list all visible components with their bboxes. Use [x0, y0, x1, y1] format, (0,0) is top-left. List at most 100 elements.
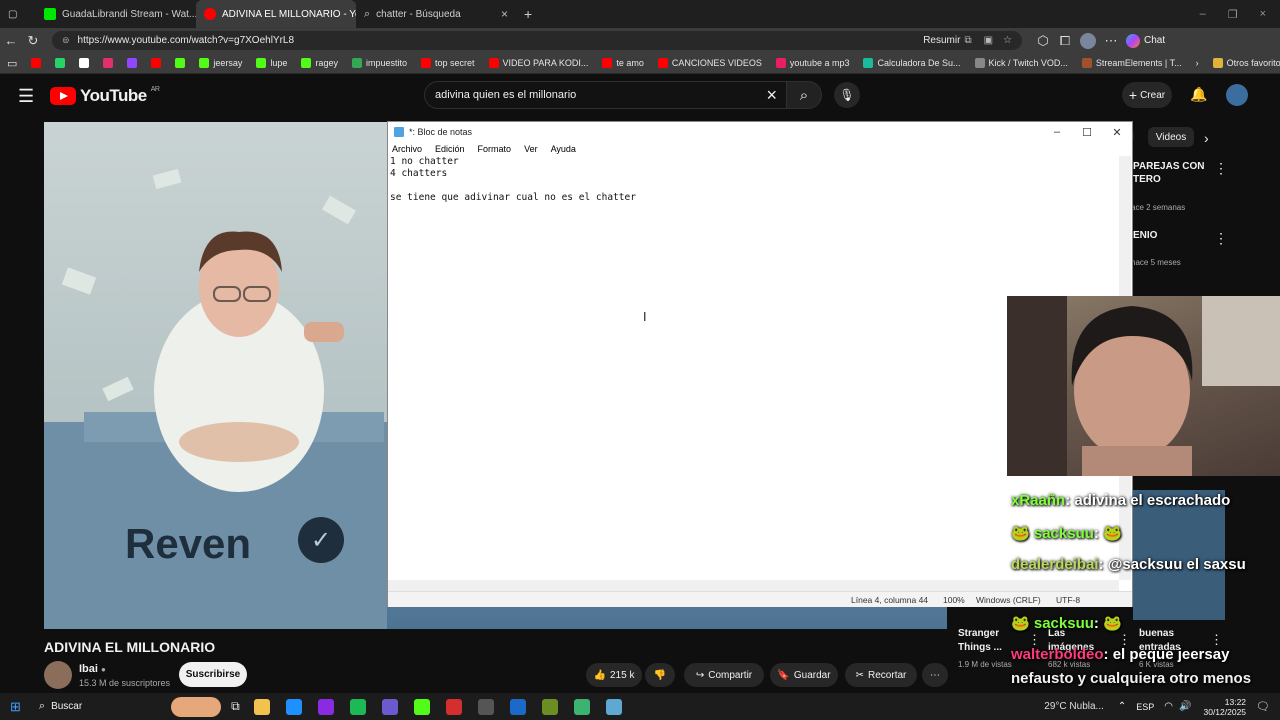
- sidebar-video-title[interactable]: ENIO: [1133, 230, 1157, 241]
- restore-icon[interactable]: ❐: [1228, 8, 1238, 21]
- bookmark-item[interactable]: [120, 58, 144, 68]
- close-icon[interactable]: ×: [501, 7, 508, 21]
- tab-search[interactable]: ⌕ chatter - Búsqueda ×: [356, 0, 516, 28]
- summary-icon[interactable]: ⧉: [964, 35, 971, 46]
- bookmark-item[interactable]: [144, 58, 168, 68]
- bookmarks-chevron-icon[interactable]: ›: [1189, 58, 1206, 68]
- clip-button[interactable]: ✂ Recortar: [845, 663, 917, 687]
- notifications-bell-icon[interactable]: 🔔: [1190, 86, 1207, 103]
- bookmark-item[interactable]: [168, 58, 192, 68]
- taskbar-app-icon[interactable]: [349, 698, 366, 715]
- minimize-icon[interactable]: –: [1200, 8, 1206, 21]
- extensions-icon[interactable]: ▣: [984, 35, 993, 46]
- voice-search-button[interactable]: 🎙: [834, 82, 860, 108]
- sidebar-video-title-line2[interactable]: Things ...: [958, 642, 1002, 653]
- taskbar-app-icon[interactable]: [477, 698, 494, 715]
- search-icon[interactable]: ⌕: [39, 700, 45, 713]
- create-button[interactable]: + Crear: [1122, 82, 1172, 108]
- profile-avatar[interactable]: [1080, 32, 1096, 49]
- close-window-icon[interactable]: ×: [1260, 8, 1266, 21]
- taskbar-app-icon[interactable]: [605, 698, 622, 715]
- share-button[interactable]: ↪ Compartir: [684, 663, 764, 687]
- youtube-logo[interactable]: YouTube AR: [50, 86, 160, 106]
- taskbar-app-icon[interactable]: [381, 698, 398, 715]
- weather-widget[interactable]: 29°C Nubla...: [1044, 701, 1104, 712]
- taskbar-app-icon[interactable]: [541, 698, 558, 715]
- bookmark-item[interactable]: jeersay: [192, 58, 249, 68]
- new-tab-button[interactable]: +: [516, 0, 540, 28]
- bookmark-item[interactable]: [24, 58, 48, 68]
- subscribe-button[interactable]: Suscribirse: [179, 662, 247, 687]
- wifi-icon[interactable]: ◠: [1164, 701, 1173, 712]
- collections-icon[interactable]: ⧠: [1054, 33, 1076, 49]
- task-view-icon[interactable]: ⧉: [231, 699, 240, 714]
- like-button[interactable]: 👍 215 k: [586, 663, 642, 687]
- copilot-chat-button[interactable]: Chat: [1126, 33, 1165, 48]
- tab-guadalibrandi[interactable]: GuadaLibrandi Stream - Wat... ×: [36, 0, 196, 28]
- sidebar-video-title-line2[interactable]: TERO: [1133, 174, 1161, 185]
- bookmark-item[interactable]: StreamElements | T...: [1075, 58, 1189, 68]
- bookmark-item[interactable]: top secret: [414, 58, 482, 68]
- save-button[interactable]: 🔖 Guardar: [770, 663, 838, 687]
- tab-youtube[interactable]: ADIVINA EL MILLONARIO - YouTu... ×: [196, 0, 356, 28]
- kebab-menu-icon[interactable]: ⋮: [1214, 230, 1228, 247]
- bookmark-item[interactable]: [48, 58, 72, 68]
- search-button[interactable]: ⌕: [786, 81, 822, 109]
- taskbar-app-icon[interactable]: [253, 698, 270, 715]
- dislike-button[interactable]: 👎: [645, 663, 675, 687]
- bookmark-item[interactable]: VIDEO PARA KODI...: [482, 58, 596, 68]
- taskbar-app-icon[interactable]: [509, 698, 526, 715]
- input-language[interactable]: ESP: [1136, 702, 1154, 712]
- star-icon[interactable]: ☆: [1003, 35, 1012, 46]
- menu-archivo[interactable]: Archivo: [392, 144, 422, 154]
- windows-start-icon[interactable]: ⊞: [10, 699, 21, 715]
- tray-chevron-icon[interactable]: ⌃: [1118, 701, 1126, 712]
- chevron-right-icon[interactable]: ›: [1204, 130, 1209, 146]
- menu-ver[interactable]: Ver: [524, 144, 538, 154]
- workspaces-icon[interactable]: ▢: [0, 0, 36, 28]
- hamburger-menu-icon[interactable]: ☰: [18, 86, 34, 107]
- menu-formato[interactable]: Formato: [478, 144, 512, 154]
- clock[interactable]: 13:22 30/12/2025: [1203, 697, 1246, 717]
- minimize-icon[interactable]: –: [1042, 122, 1072, 142]
- bookmark-item[interactable]: te amo: [595, 58, 651, 68]
- menu-ayuda[interactable]: Ayuda: [551, 144, 576, 154]
- more-icon[interactable]: ⋯: [1100, 33, 1122, 49]
- clear-search-icon[interactable]: ×: [766, 85, 777, 106]
- close-icon[interactable]: ✕: [1102, 122, 1132, 142]
- sidebar-video-title[interactable]: Stranger: [958, 628, 999, 639]
- more-actions-button[interactable]: ⋯: [922, 663, 948, 687]
- taskbar-app-icon[interactable]: [317, 698, 334, 715]
- maximize-icon[interactable]: ☐: [1072, 122, 1102, 142]
- taskbar-app-icon[interactable]: [573, 698, 590, 715]
- puzzle-icon[interactable]: ⬡: [1032, 33, 1054, 49]
- bookmark-item[interactable]: lupe: [249, 58, 294, 68]
- bookmark-folder-icon[interactable]: ▭: [0, 57, 24, 70]
- bookmark-item[interactable]: [72, 58, 96, 68]
- taskbar-app-icon[interactable]: [445, 698, 462, 715]
- sidebar-video-title[interactable]: PAREJAS CON: [1133, 161, 1205, 172]
- resumir-label[interactable]: Resumir: [923, 35, 960, 46]
- notifications-icon[interactable]: 🗨: [1256, 700, 1270, 713]
- bookmark-item[interactable]: [96, 58, 120, 68]
- account-avatar[interactable]: [1226, 84, 1248, 106]
- bookmark-item[interactable]: Calculadora De Su...: [856, 58, 967, 68]
- channel-avatar[interactable]: [44, 661, 72, 689]
- volume-icon[interactable]: 🔊: [1179, 701, 1191, 712]
- bookmark-item[interactable]: CANCIONES VIDEOS: [651, 58, 769, 68]
- kebab-menu-icon[interactable]: ⋮: [1214, 160, 1228, 177]
- bookmark-item[interactable]: youtube a mp3: [769, 58, 857, 68]
- taskbar-app-icon[interactable]: [285, 698, 302, 715]
- taskbar-app-icon[interactable]: [413, 698, 430, 715]
- bookmark-item[interactable]: impuestito: [345, 58, 414, 68]
- bookmark-item[interactable]: Kick / Twitch VOD...: [968, 58, 1075, 68]
- notepad-titlebar[interactable]: *: Bloc de notas: [388, 122, 1132, 142]
- taskbar-search[interactable]: Buscar: [51, 701, 171, 712]
- channel-name[interactable]: Ibai ●: [79, 663, 106, 675]
- search-input[interactable]: adivina quien es el millonario ×: [424, 81, 788, 109]
- other-bookmarks[interactable]: Otros favoritos: [1206, 58, 1280, 68]
- bookmark-item[interactable]: ragey: [294, 58, 345, 68]
- url-field[interactable]: ⊜ https://www.youtube.com/watch?v=g7XOeh…: [52, 31, 1022, 50]
- reload-icon[interactable]: ↻: [22, 33, 44, 49]
- chip-videos[interactable]: Videos: [1148, 127, 1194, 147]
